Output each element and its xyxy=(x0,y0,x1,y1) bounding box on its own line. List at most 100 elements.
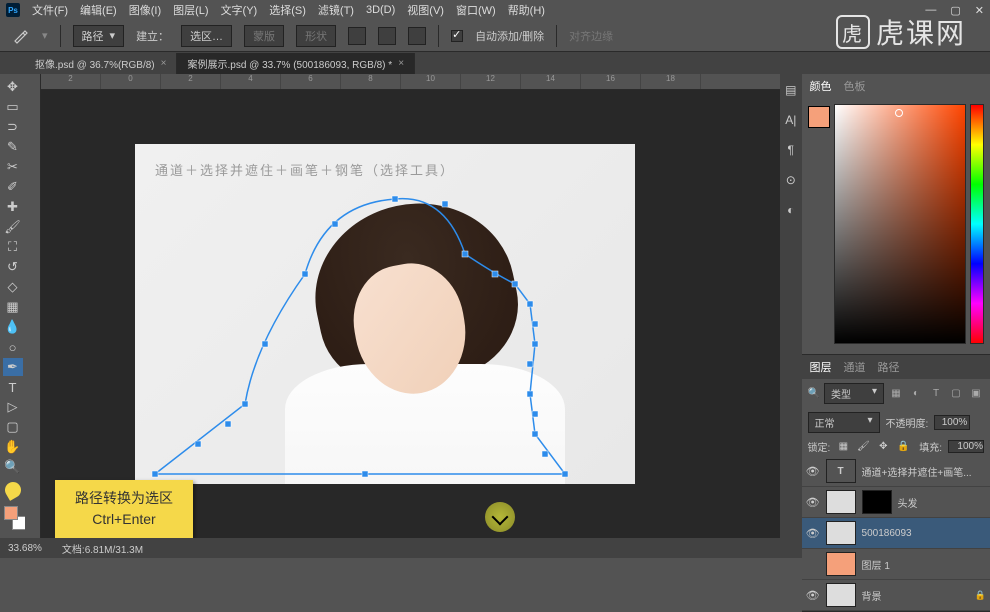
menu-view[interactable]: 视图(V) xyxy=(407,2,444,18)
ruler-vertical xyxy=(25,74,41,538)
menu-layer[interactable]: 图层(L) xyxy=(173,2,208,18)
menu-3d[interactable]: 3D(D) xyxy=(366,4,395,16)
menu-image[interactable]: 图像(I) xyxy=(129,2,161,18)
history-brush-tool-icon[interactable]: ↺ xyxy=(3,258,23,276)
brush-panel-icon[interactable]: ⊙ xyxy=(781,170,801,190)
eyedropper-tool-icon[interactable]: ✐ xyxy=(3,178,23,196)
path-select-tool-icon[interactable]: ▷ xyxy=(3,398,23,416)
ruler-horizontal: 2024681012141618 xyxy=(41,74,780,90)
make-label: 建立： xyxy=(136,28,169,44)
zoom-readout[interactable]: 33.68% xyxy=(8,543,42,554)
tab-close-icon[interactable]: × xyxy=(398,58,404,69)
make-selection-button[interactable]: 选区… xyxy=(181,25,232,47)
layer-thumb: T xyxy=(826,459,856,483)
lock-trans-icon[interactable]: ▦ xyxy=(836,440,850,454)
doc-size-readout[interactable]: 文档:6.81M/31.3M xyxy=(62,541,143,556)
path-combine-icon[interactable] xyxy=(348,27,366,45)
hand-tool-icon[interactable]: ✋ xyxy=(3,438,23,456)
make-shape-button[interactable]: 形状 xyxy=(296,25,336,47)
filter-smart-icon[interactable]: ▣ xyxy=(968,386,984,402)
eraser-tool-icon[interactable]: ◇ xyxy=(3,278,23,296)
tools-panel: ✥ ▭ ⊃ ✎ ✂ ✐ ✚ 🖌 ⛶ ↺ ◇ ▦ 💧 ○ ✒ T ▷ ▢ ✋ 🔍 xyxy=(0,74,25,538)
move-tool-icon[interactable]: ✥ xyxy=(3,78,23,96)
filter-type-icon[interactable]: T xyxy=(928,386,944,402)
heal-tool-icon[interactable]: ✚ xyxy=(3,198,23,216)
menu-window[interactable]: 窗口(W) xyxy=(456,2,496,18)
swatches-tab[interactable]: 色板 xyxy=(844,78,866,94)
menu-select[interactable]: 选择(S) xyxy=(269,2,306,18)
path-arrange-icon[interactable] xyxy=(408,27,426,45)
tutorial-tooltip: 路径转换为选区 Ctrl+Enter xyxy=(55,480,193,538)
cursor-highlight-icon xyxy=(485,502,515,532)
lasso-tool-icon[interactable]: ⊃ xyxy=(3,118,23,136)
banana-icon xyxy=(2,479,24,501)
foreground-swatch[interactable] xyxy=(808,106,830,128)
layer-row[interactable]: 图层 1 xyxy=(802,549,990,580)
layer-row[interactable]: 👁 T 通道+选择并遮住+画笔... xyxy=(802,456,990,487)
history-icon[interactable]: ▤ xyxy=(781,80,801,100)
filter-pixel-icon[interactable]: ▦ xyxy=(888,386,904,402)
stamp-tool-icon[interactable]: ⛶ xyxy=(3,238,23,256)
layer-row[interactable]: 👁 头发 xyxy=(802,487,990,518)
menu-filter[interactable]: 滤镜(T) xyxy=(318,2,354,18)
visibility-icon[interactable]: 👁 xyxy=(806,527,820,540)
pen-tool-icon[interactable]: ✒ xyxy=(3,358,23,376)
auto-add-checkbox[interactable] xyxy=(451,30,463,42)
menu-edit[interactable]: 编辑(E) xyxy=(80,2,117,18)
paths-tab[interactable]: 路径 xyxy=(878,359,900,375)
watermark-logo-icon: 虎 xyxy=(836,15,870,49)
layer-list: 👁 T 通道+选择并遮住+画笔... 👁 头发 👁 500186093 xyxy=(802,456,990,611)
filter-shape-icon[interactable]: ▢ xyxy=(948,386,964,402)
blur-tool-icon[interactable]: 💧 xyxy=(3,318,23,336)
type-tool-icon[interactable]: T xyxy=(3,378,23,396)
make-mask-button[interactable]: 蒙版 xyxy=(244,25,284,47)
crop-tool-icon[interactable]: ✂ xyxy=(3,158,23,176)
lock-icon: 🔒 xyxy=(975,590,986,601)
canvas-area[interactable]: 2024681012141618 通道＋选择并遮住＋画笔＋钢笔（选择工具） xyxy=(25,74,780,538)
layers-tab[interactable]: 图层 xyxy=(810,359,832,375)
char-panel-icon[interactable]: A| xyxy=(781,110,801,130)
layer-thumb xyxy=(826,521,856,545)
fill-input[interactable] xyxy=(948,440,984,453)
menu-type[interactable]: 文字(Y) xyxy=(221,2,258,18)
layer-row[interactable]: 👁 500186093 xyxy=(802,518,990,549)
blend-mode-select[interactable]: 正常▾ xyxy=(808,412,880,433)
color-field[interactable] xyxy=(834,104,966,344)
visibility-icon[interactable]: 👁 xyxy=(806,465,820,478)
quick-select-tool-icon[interactable]: ✎ xyxy=(3,138,23,156)
color-tab[interactable]: 颜色 xyxy=(810,78,832,94)
visibility-icon[interactable]: 👁 xyxy=(806,496,820,509)
tab-close-icon[interactable]: × xyxy=(161,58,167,69)
document-tabs: 抠像.psd @ 36.7%(RGB/8)× 案例展示.psd @ 33.7% … xyxy=(0,52,990,74)
filter-adjust-icon[interactable]: ◐ xyxy=(908,386,924,402)
doc-tab-2[interactable]: 案例展示.psd @ 33.7% (500186093, RGB/8) *× xyxy=(177,53,415,74)
pen-mode-select[interactable]: 路径▾ xyxy=(73,25,125,47)
gradient-tool-icon[interactable]: ▦ xyxy=(3,298,23,316)
hue-slider[interactable] xyxy=(970,104,984,344)
shape-tool-icon[interactable]: ▢ xyxy=(3,418,23,436)
photo-subject xyxy=(235,184,545,484)
visibility-icon[interactable]: 👁 xyxy=(806,589,820,602)
marquee-tool-icon[interactable]: ▭ xyxy=(3,98,23,116)
channels-tab[interactable]: 通道 xyxy=(844,359,866,375)
color-swatch[interactable] xyxy=(4,506,22,524)
menu-file[interactable]: 文件(F) xyxy=(32,2,68,18)
lock-paint-icon[interactable]: 🖌 xyxy=(856,440,870,454)
para-panel-icon[interactable]: ¶ xyxy=(781,140,801,160)
layer-filter-select[interactable]: 类型▾ xyxy=(824,383,884,404)
lock-all-icon[interactable]: 🔒 xyxy=(896,440,910,454)
dodge-tool-icon[interactable]: ○ xyxy=(3,338,23,356)
brush-tool-icon[interactable]: 🖌 xyxy=(3,218,23,236)
path-align-icon[interactable] xyxy=(378,27,396,45)
document: 通道＋选择并遮住＋画笔＋钢笔（选择工具） xyxy=(135,144,635,484)
zoom-tool-icon[interactable]: 🔍 xyxy=(3,458,23,476)
lock-pos-icon[interactable]: ✥ xyxy=(876,440,890,454)
collapsed-panels: ▤ A| ¶ ⊙ ◐ xyxy=(780,74,802,538)
opacity-input[interactable] xyxy=(934,415,970,430)
menu-help[interactable]: 帮助(H) xyxy=(508,2,545,18)
doc-tab-1[interactable]: 抠像.psd @ 36.7%(RGB/8)× xyxy=(25,53,177,74)
close-icon[interactable]: ✕ xyxy=(975,4,984,17)
layer-row[interactable]: 👁 背景 🔒 xyxy=(802,580,990,611)
brush-preset-icon[interactable]: ◐ xyxy=(781,200,801,220)
pen-tool-icon xyxy=(10,26,30,46)
